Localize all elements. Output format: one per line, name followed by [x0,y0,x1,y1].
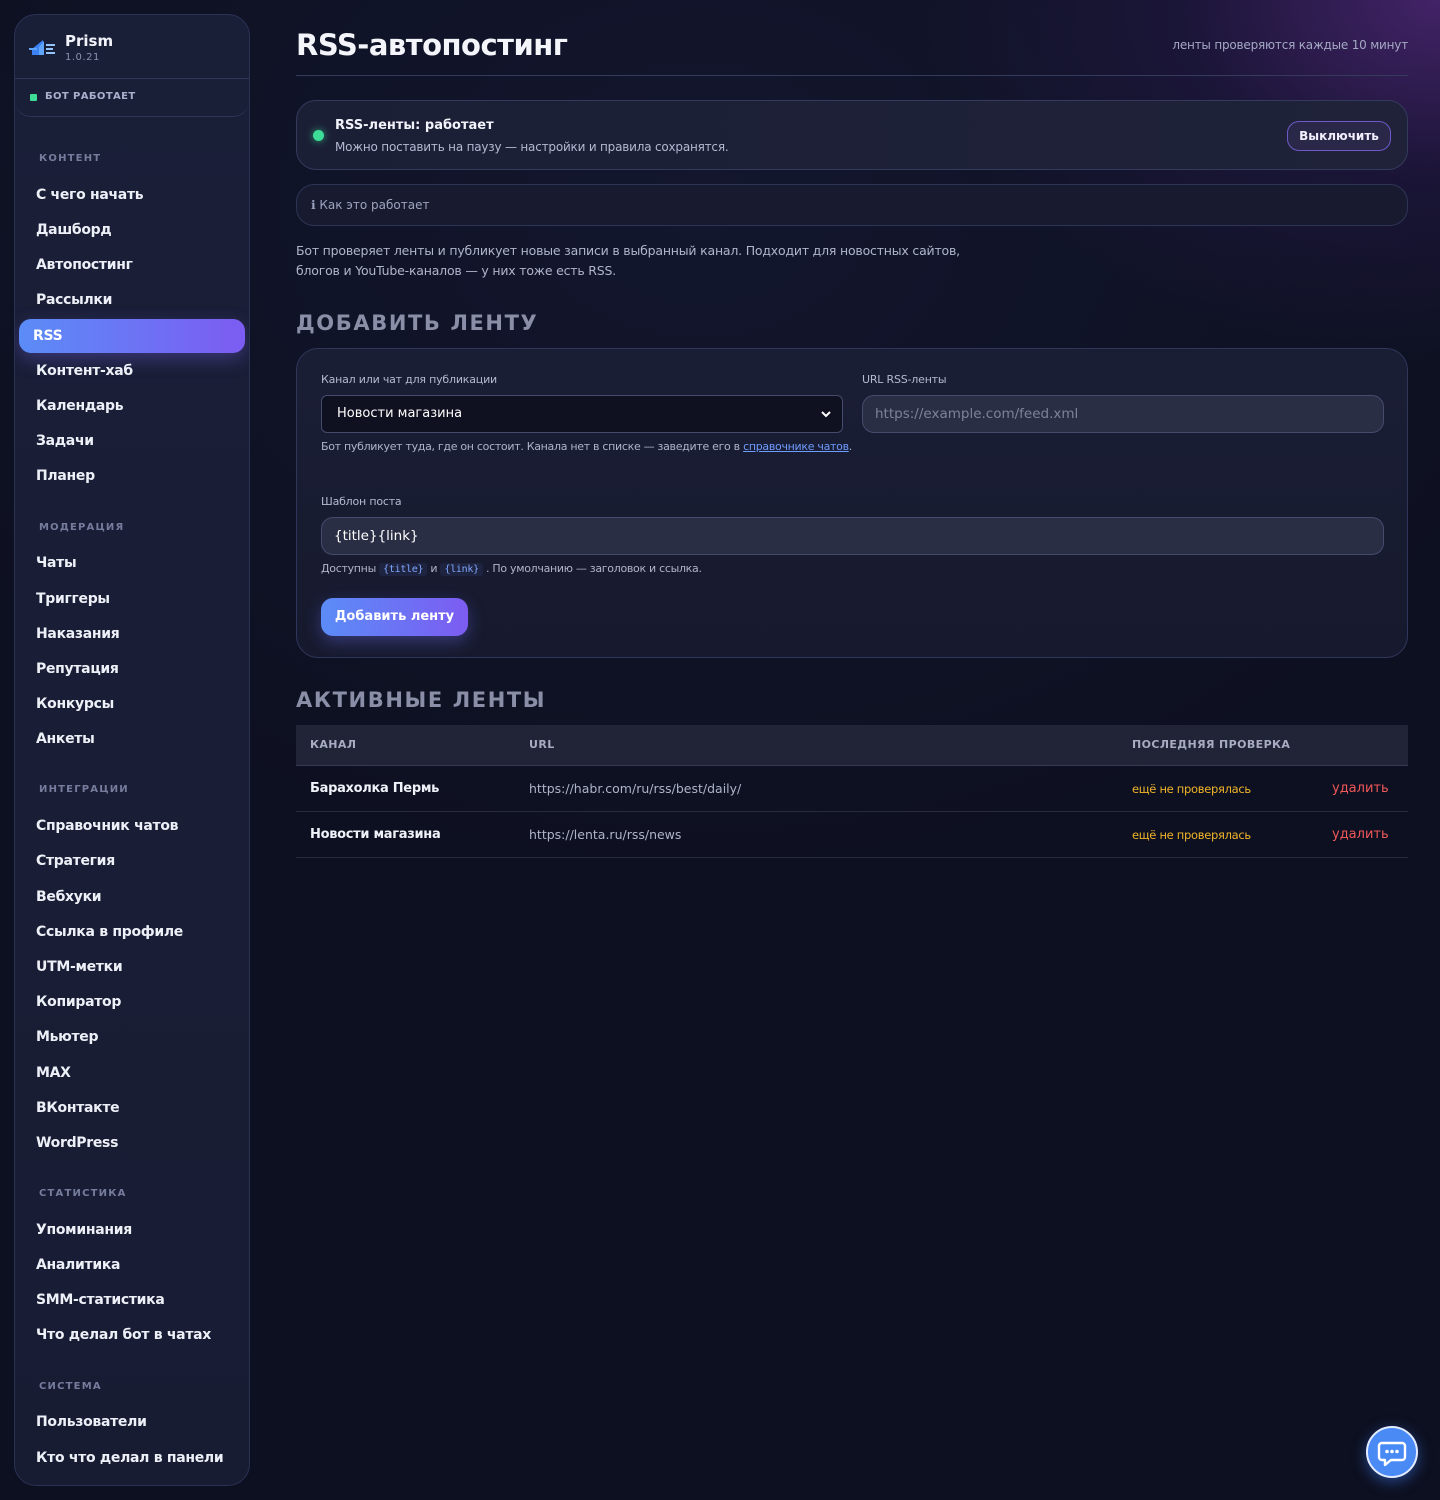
col-url: URL [529,738,555,751]
nav-item-bot-activity[interactable]: Что делал бот в чатах [19,1318,245,1352]
nav-item-calendar[interactable]: Календарь [19,389,245,423]
post-template-input[interactable]: {title}{link} [321,517,1384,555]
feed-last-check: ещё не проверялась [1132,828,1251,842]
nav-item-copier[interactable]: Копиратор [19,985,245,1019]
nav-section-moderation: МОДЕРАЦИЯ [39,522,125,533]
how-it-works-toggle[interactable]: ℹ Как это работает [296,184,1408,226]
title-divider [296,75,1408,76]
nav-item-webhooks[interactable]: Вебхуки [19,880,245,914]
status-dot-icon [30,94,37,101]
nav-item-utm[interactable]: UTM-метки [19,950,245,984]
nav-item-max[interactable]: MAX [19,1056,245,1090]
nav-item-dashboard[interactable]: Дашборд [19,213,245,247]
status-title: RSS-ленты: работает [335,118,494,133]
col-last-check: ПОСЛЕДНЯЯ ПРОВЕРКА [1132,738,1291,751]
disable-button[interactable]: Выключить [1287,121,1391,151]
channel-select-value: Новости магазина [337,406,463,421]
channel-hint: Бот публикует туда, где он состоит. Кана… [321,440,852,453]
feed-channel: Новости магазина [310,827,441,842]
nav-item-reputation[interactable]: Репутация [19,652,245,686]
prism-logo-icon [29,40,55,55]
chat-directory-link[interactable]: справочнике чатов [743,440,849,453]
nav-item-audit-log[interactable]: Кто что делал в панели [19,1441,245,1475]
nav-item-mailings[interactable]: Рассылки [19,283,245,317]
nav-item-rss[interactable]: RSS [19,319,245,353]
channel-select[interactable]: Новости магазина [321,395,843,433]
feed-url: https://lenta.ru/rss/news [529,827,682,842]
chat-button[interactable] [1366,1426,1418,1478]
active-feeds-table: КАНАЛ URL ПОСЛЕДНЯЯ ПРОВЕРКА Барахолка П… [296,725,1408,858]
nav-item-profile-link[interactable]: Ссылка в профиле [19,915,245,949]
add-feed-form: Канал или чат для публикации Новости маг… [296,348,1408,658]
channel-hint-end: . [848,440,853,453]
nav-item-forms[interactable]: Анкеты [19,722,245,756]
channel-label: Канал или чат для публикации [321,373,497,386]
nav-item-vk[interactable]: ВКонтакте [19,1091,245,1125]
add-feed-button[interactable]: Добавить ленту [321,598,468,636]
feature-description: Бот проверяет ленты и публикует новые за… [296,243,960,278]
nav-item-smm-stats[interactable]: SMM-статистика [19,1283,245,1317]
feed-last-check: ещё не проверялась [1132,782,1251,796]
table-header: КАНАЛ URL ПОСЛЕДНЯЯ ПРОВЕРКА [296,725,1408,766]
check-interval-note: ленты проверяются каждые 10 минут [1172,38,1408,52]
nav-section-statistics: СТАТИСТИКА [39,1188,127,1199]
bot-status-text: БОТ РАБОТАЕТ [45,91,136,102]
channel-hint-text: Бот публикует туда, где он состоит. Кана… [321,440,744,453]
url-label: URL RSS-ленты [862,373,947,386]
status-subtitle: Можно поставить на паузу — настройки и п… [335,140,729,154]
nav-item-content-hub[interactable]: Контент-хаб [19,354,245,388]
template-label: Шаблон поста [321,495,402,508]
page-title: RSS-автопостинг [296,28,568,62]
feed-url-input[interactable]: https://example.com/feed.xml [862,395,1384,433]
nav-item-muter[interactable]: Мьютер [19,1020,245,1054]
brand[interactable]: Prism 1.0.21 [15,15,249,79]
nav-item-mentions[interactable]: Упоминания [19,1213,245,1247]
col-channel: КАНАЛ [310,738,357,751]
sidebar: Prism 1.0.21 БОТ РАБОТАЕТ КОНТЕНТ С чего… [14,14,250,1486]
var-link: {link} [440,563,483,576]
chevron-down-icon [821,411,831,418]
nav-item-planner[interactable]: Планер [19,459,245,493]
var-title: {title} [379,563,428,576]
nav-item-chats[interactable]: Чаты [19,546,245,580]
active-feeds-heading: АКТИВНЫЕ ЛЕНТЫ [296,688,547,712]
bot-status: БОТ РАБОТАЕТ [15,79,249,117]
nav-item-autoposting[interactable]: Автопостинг [19,248,245,282]
rss-status-card: RSS-ленты: работает Можно поставить на п… [296,100,1408,170]
delete-feed-button[interactable]: удалить [1332,827,1389,842]
nav-item-analytics[interactable]: Аналитика [19,1248,245,1282]
nav-item-tasks[interactable]: Задачи [19,424,245,458]
table-row: Новости магазина https://lenta.ru/rss/ne… [296,812,1408,858]
nav-item-strategy[interactable]: Стратегия [19,844,245,878]
nav-item-triggers[interactable]: Триггеры [19,582,245,616]
template-hint: Доступны {title} и {link} . По умолчанию… [321,562,702,576]
nav-item-start[interactable]: С чего начать [19,178,245,212]
feed-channel: Барахолка Пермь [310,781,440,796]
chat-bubble-icon [1377,1441,1407,1467]
nav-section-system: СИСТЕМА [39,1381,102,1392]
template-hint-and: и [430,562,438,575]
brand-version: 1.0.21 [65,52,100,63]
template-hint-prefix: Доступны [321,562,376,575]
nav-item-users[interactable]: Пользователи [19,1405,245,1439]
nav-item-punishments[interactable]: Наказания [19,617,245,651]
nav-item-contests[interactable]: Конкурсы [19,687,245,721]
template-hint-suffix: . По умолчанию — заголовок и ссылка. [486,562,702,575]
nav-section-integrations: ИНТЕГРАЦИИ [39,784,129,795]
status-indicator-icon [313,130,324,141]
add-feed-heading: ДОБАВИТЬ ЛЕНТУ [296,311,539,335]
brand-name: Prism [65,32,114,50]
delete-feed-button[interactable]: удалить [1332,781,1389,796]
nav-item-wordpress[interactable]: WordPress [19,1126,245,1160]
feed-url: https://habr.com/ru/rss/best/daily/ [529,781,742,796]
table-row: Барахолка Пермь https://habr.com/ru/rss/… [296,766,1408,812]
nav-section-content: КОНТЕНТ [39,153,102,164]
nav-item-chat-directory[interactable]: Справочник чатов [19,809,245,843]
